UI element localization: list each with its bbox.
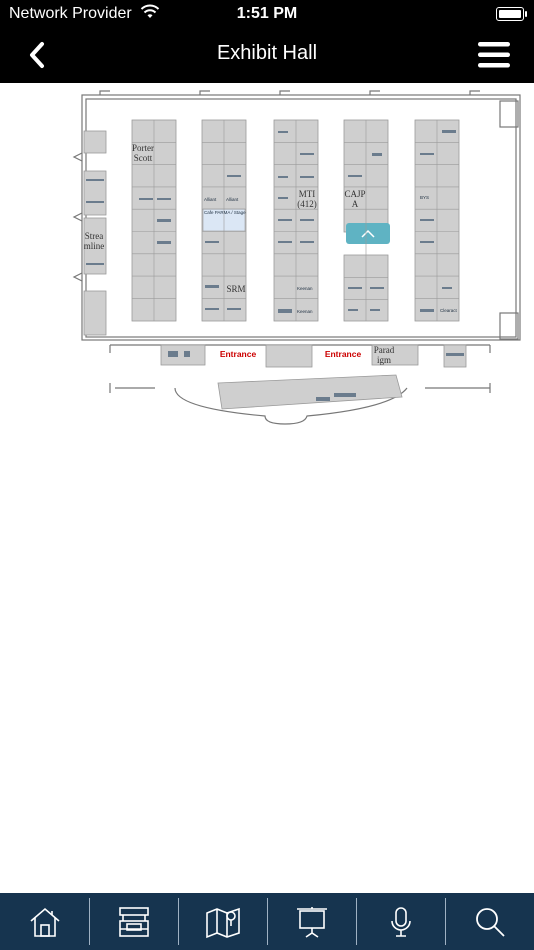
- booth-label-porter-scott-2: Scott: [134, 153, 153, 163]
- status-bar: Network Provider 1:51 PM: [0, 0, 534, 28]
- booth-label-streamline-2: mline: [84, 241, 105, 251]
- home-icon: [29, 907, 60, 937]
- logo-alliant-2: Alliant: [226, 197, 239, 202]
- booth-label-mti-2: (412): [297, 199, 317, 209]
- booth-label-cajpa-2: A: [352, 199, 359, 209]
- search-icon: [475, 907, 505, 937]
- floor-plan: Porter Scott Strea mline SRM MTI (412) C…: [72, 90, 521, 425]
- tab-exhibitors[interactable]: [89, 893, 178, 950]
- booth-label-paradigm-2: igm: [377, 355, 391, 365]
- logo-keenan-2: Keenan: [297, 309, 313, 314]
- tab-map[interactable]: [178, 893, 267, 950]
- exhibit-hall-map[interactable]: Porter Scott Strea mline SRM MTI (412) C…: [0, 83, 534, 893]
- logo-cafe-stage: Cafe PARMA / Stage: [204, 210, 246, 215]
- page-title: Exhibit Hall: [216, 42, 318, 64]
- status-time: 1:51 PM: [236, 5, 298, 22]
- booth-label-porter-scott[interactable]: Porter: [132, 143, 154, 153]
- booth-label-paradigm[interactable]: Parad: [374, 345, 395, 355]
- nav-bar: Exhibit Hall: [0, 28, 534, 83]
- tab-presentations[interactable]: [267, 893, 356, 950]
- bottom-tab-bar: [0, 893, 534, 950]
- menu-button[interactable]: [474, 38, 514, 72]
- hamburger-icon: [478, 42, 510, 68]
- logo-clearact: Clearact: [440, 308, 458, 313]
- booth-label-mti[interactable]: MTI: [299, 189, 316, 199]
- presentation-icon: [296, 906, 327, 938]
- tab-home[interactable]: [0, 893, 89, 950]
- entrance-left-label: Entrance: [220, 349, 257, 359]
- map-icon: [205, 907, 240, 938]
- entrance-right-label: Entrance: [325, 349, 362, 359]
- booth-icon: [118, 906, 149, 937]
- logo-alliant-1: Alliant: [204, 197, 217, 202]
- booth-label-cajpa[interactable]: CAJP: [344, 189, 365, 199]
- microphone-icon: [390, 906, 411, 937]
- logo-keenan-1: Keenan: [297, 286, 313, 291]
- booth-label-streamline[interactable]: Strea: [85, 231, 104, 241]
- tab-search[interactable]: [445, 893, 534, 950]
- booth-label-srm[interactable]: SRM: [226, 284, 245, 294]
- tab-speakers[interactable]: [356, 893, 445, 950]
- battery-icon: [496, 7, 527, 21]
- logo-bys: BYS: [420, 195, 429, 200]
